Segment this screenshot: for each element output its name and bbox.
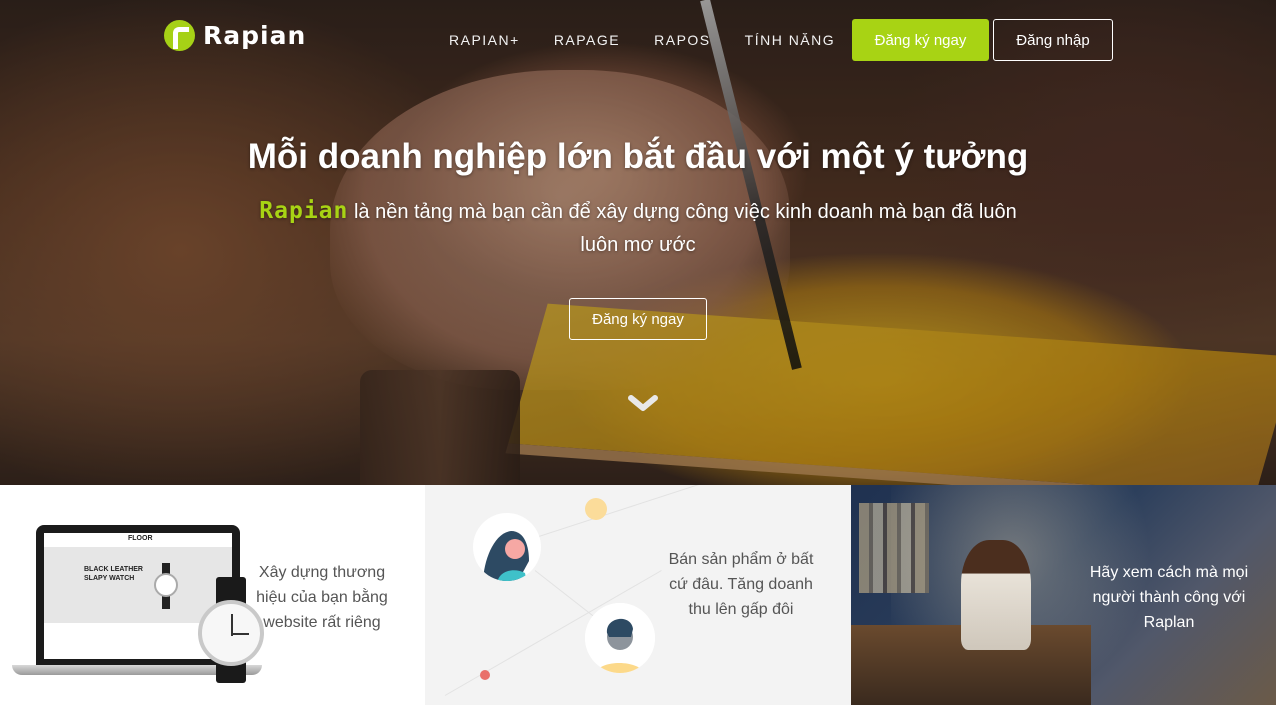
feature-sell-anywhere-text: Bán sản phẩm ở bất cứ đâu. Tăng doanh th… xyxy=(668,551,814,618)
man-avatar-icon xyxy=(585,603,655,673)
decor-dot-red xyxy=(480,670,490,680)
logo-icon xyxy=(164,20,195,51)
wall-photos-image xyxy=(859,503,929,593)
hero-headline: Mỗi doanh nghiệp lớn bắt đầu với một ý t… xyxy=(247,137,1029,176)
person-at-desk-image xyxy=(961,540,1031,650)
hero-subtitle: Rapian là nền tảng mà bạn cần để xây dựn… xyxy=(255,195,1021,262)
feature-website[interactable]: FLOOR BLACK LEATHER SLAPY WATCH Xây dựng… xyxy=(0,485,425,705)
mockup-headline: BLACK LEATHER SLAPY WATCH xyxy=(84,566,143,582)
login-button[interactable]: Đăng nhập xyxy=(993,19,1113,61)
signup-button[interactable]: Đăng ký ngay xyxy=(852,19,989,61)
feature-success-stories[interactable]: Hãy xem cách mà mọi người thành công với… xyxy=(851,485,1276,705)
site-logo[interactable]: Rapian xyxy=(164,20,306,51)
logo-text: Rapian xyxy=(203,21,307,50)
nav-item-rapage[interactable]: RAPAGE xyxy=(554,32,620,48)
feature-sell-anywhere[interactable]: Bán sản phẩm ở bất cứ đâu. Tăng doanh th… xyxy=(425,485,851,705)
hero-subtitle-brand: Rapian xyxy=(259,198,349,224)
nav-item-features[interactable]: TÍNH NĂNG xyxy=(745,32,836,48)
hero-subtitle-text: là nền tảng mà bạn cần để xây dựng công … xyxy=(348,201,1017,256)
decor-dot-yellow xyxy=(585,498,607,520)
feature-success-stories-text: Hãy xem cách mà mọi người thành công với… xyxy=(1089,564,1249,631)
nav-item-rapian-plus[interactable]: RAPIAN+ xyxy=(449,32,520,48)
woman-avatar-icon xyxy=(473,513,541,581)
chevron-down-icon[interactable] xyxy=(628,392,658,416)
nav-item-rapos[interactable]: RAPOS xyxy=(654,32,711,48)
feature-panels: FLOOR BLACK LEATHER SLAPY WATCH Xây dựng… xyxy=(0,485,1276,705)
mockup-store-name: FLOOR xyxy=(128,535,153,542)
hero-signup-button[interactable]: Đăng ký ngay xyxy=(569,298,707,340)
feature-website-text: Xây dựng thương hiệu của bạn bằng websit… xyxy=(256,564,388,631)
main-nav: RAPIAN+ RAPAGE RAPOS TÍNH NĂNG xyxy=(449,32,869,48)
hero-section: Rapian RAPIAN+ RAPAGE RAPOS TÍNH NĂNG Đă… xyxy=(0,0,1276,485)
